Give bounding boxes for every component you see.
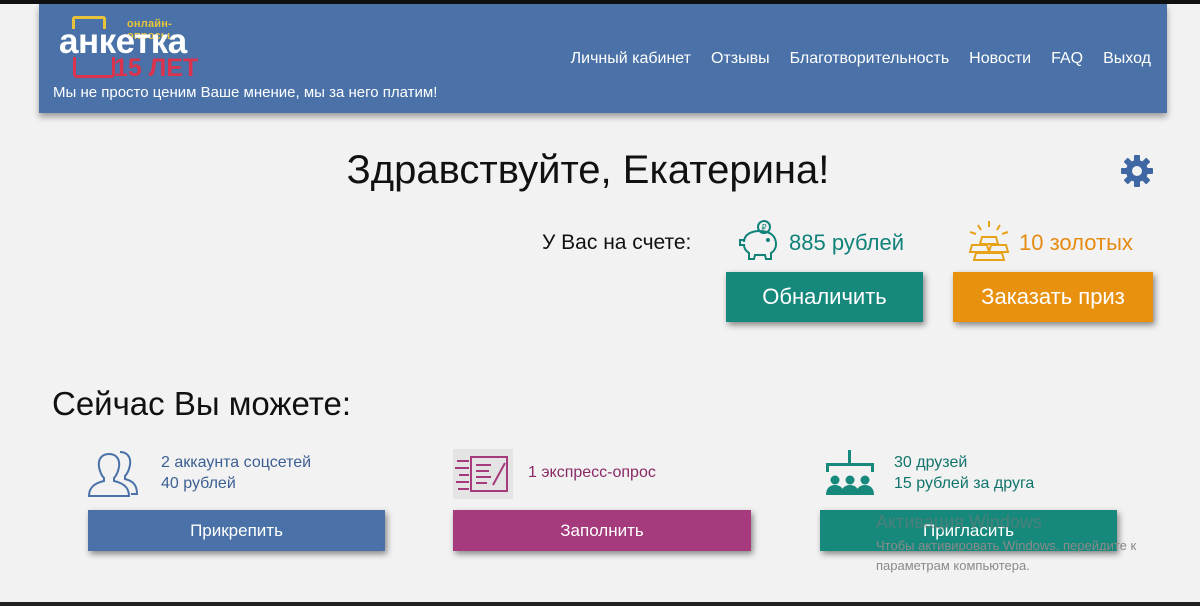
piggy-bank-icon: ₽: [739, 220, 778, 260]
fill-survey-button[interactable]: Заполнить: [453, 510, 751, 551]
express-survey-card: 1 экспресс-опрос: [528, 462, 656, 483]
tagline: Мы не просто ценим Ваше мнение, мы за не…: [53, 84, 438, 101]
bottom-edge: [0, 602, 1200, 606]
site-header: онлайн-опросы анкетка 15 ЛЕТ Мы не прост…: [39, 4, 1167, 113]
balance-label: У Вас на счете:: [542, 231, 692, 254]
rubles-balance: 885 рублей: [789, 230, 905, 255]
referral-tree-icon: [826, 450, 874, 495]
cashout-button[interactable]: Обналичить: [726, 272, 923, 322]
nav-reviews[interactable]: Отзывы: [711, 50, 770, 68]
friends-reward: 15 рублей за друга: [894, 475, 1035, 492]
now-section-title: Сейчас Вы можете:: [52, 385, 351, 422]
nav-logout[interactable]: Выход: [1103, 50, 1151, 68]
settings-gear-icon[interactable]: [1120, 154, 1154, 188]
express-survey-count: 1 экспресс-опрос: [528, 464, 656, 481]
social-accounts-count: 2 аккаунта соцсетей: [161, 454, 312, 471]
nav-cabinet[interactable]: Личный кабинет: [571, 50, 691, 68]
windows-activation-text: Чтобы активировать Windows, перейдите к …: [876, 538, 1137, 573]
friends-count: 30 друзей: [894, 454, 968, 471]
order-prize-button[interactable]: Заказать приз: [953, 272, 1153, 322]
logo-base-shape: [73, 57, 115, 78]
friends-card: 30 друзей 15 рублей за друга: [894, 452, 1034, 494]
main-nav: Личный кабинет Отзывы Благотворительност…: [571, 50, 1151, 68]
social-accounts-card: 2 аккаунта соцсетей 40 рублей: [161, 452, 311, 494]
nav-news[interactable]: Новости: [969, 50, 1031, 68]
greeting-title: Здравствуйте, Екатерина!: [346, 148, 830, 192]
survey-form-icon: [455, 456, 508, 492]
logo-sub-text: 15 ЛЕТ: [114, 54, 199, 82]
gold-balance: 10 золотых: [1019, 230, 1133, 255]
nav-charity[interactable]: Благотворительность: [790, 50, 950, 68]
nav-faq[interactable]: FAQ: [1051, 50, 1083, 68]
windows-activation-title: Активация Windows: [876, 512, 1042, 532]
social-accounts-reward: 40 рублей: [161, 475, 236, 492]
svg-text:₽: ₽: [762, 223, 767, 232]
gold-bars-icon: [968, 221, 1010, 261]
attach-button[interactable]: Прикрепить: [88, 510, 385, 551]
logo[interactable]: онлайн-опросы анкетка 15 ЛЕТ: [59, 10, 209, 82]
survey-icon-bg: [453, 449, 513, 499]
users-icon: [87, 451, 139, 497]
